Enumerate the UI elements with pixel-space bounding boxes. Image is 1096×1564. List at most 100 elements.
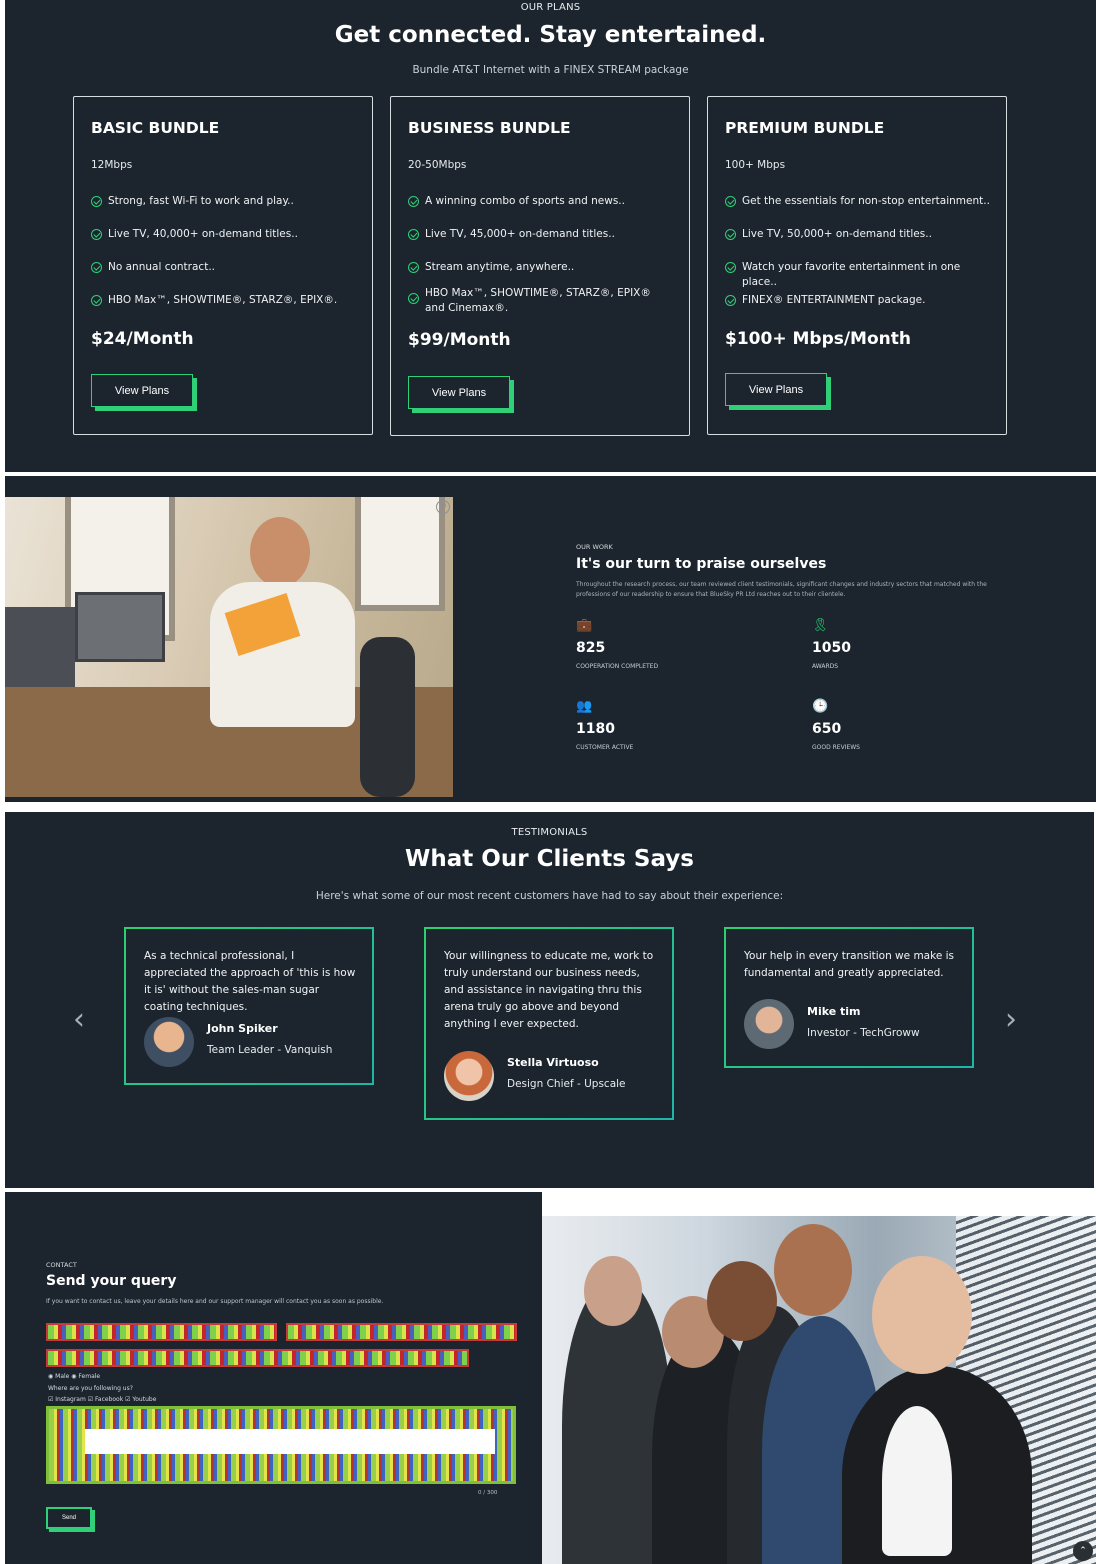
plan-feature: HBO Max™, SHOWTIME®, STARZ®, EPIX® and C… <box>408 286 670 316</box>
scroll-to-top-button[interactable]: ⌃ <box>1073 1541 1093 1561</box>
stat-label: CUSTOMER ACTIVE <box>576 744 634 751</box>
photo-chair <box>360 637 415 797</box>
last-name-field[interactable] <box>286 1323 517 1345</box>
plans-title: Get connected. Stay entertained. <box>334 22 767 48</box>
stat-value: 1180 <box>576 721 615 737</box>
check-circle-icon <box>725 295 736 306</box>
work-title: It's our turn to praise ourselves <box>576 556 827 572</box>
stat-value: 650 <box>812 721 842 737</box>
plan-feature: FINEX® ENTERTAINMENT package. <box>725 293 997 308</box>
follow-checkbox-group[interactable]: ☑ Instagram ☑ Facebook ☑ Youtube <box>48 1396 156 1403</box>
check-circle-icon <box>408 262 419 273</box>
check-circle-icon <box>725 196 736 207</box>
office-man-reading-photo: ⊗ <box>5 497 453 797</box>
plan-price: $24/Month <box>91 329 194 349</box>
plan-name: BASIC BUNDLE <box>91 119 220 137</box>
testimonial-role: Design Chief - Upscale <box>507 1078 626 1090</box>
contact-description: If you want to contact us, leave your de… <box>46 1298 384 1305</box>
testimonial-quote: As a technical professional, I appreciat… <box>144 950 356 1013</box>
check-circle-icon <box>725 262 736 273</box>
email-input[interactable] <box>48 1357 467 1371</box>
testimonial-name: John Spiker <box>207 1022 278 1035</box>
testimonial-card: Your willingness to educate me, work to … <box>424 927 674 1120</box>
testimonials-subtitle: Here's what some of our most recent cust… <box>315 890 784 902</box>
close-icon[interactable]: ⊗ <box>436 500 450 514</box>
check-circle-icon <box>91 262 102 273</box>
plan-feature: Live TV, 45,000+ on-demand titles.. <box>408 227 680 242</box>
view-plans-button[interactable]: View Plans <box>725 373 827 406</box>
photo-person-head <box>872 1256 972 1374</box>
photo-man-head <box>250 517 310 587</box>
photo-person-head <box>774 1224 852 1316</box>
plan-card-premium: PREMIUM BUNDLE 100+ Mbps Get the essenti… <box>707 96 1007 435</box>
work-section: ⊗ OUR WORK It's our turn to praise ourse… <box>5 476 1096 802</box>
testimonial-name: Mike tim <box>807 1005 861 1018</box>
first-name-input[interactable] <box>48 1331 275 1345</box>
plan-feature: No annual contract.. <box>91 260 363 275</box>
testimonial-card: Your help in every transition we make is… <box>724 927 974 1068</box>
chevron-right-icon[interactable]: › <box>1005 1002 1017 1037</box>
plan-speed: 100+ Mbps <box>725 159 786 171</box>
check-circle-icon <box>408 293 419 304</box>
photo-person-head <box>584 1256 642 1326</box>
work-description: Throughout the research process, our tea… <box>576 581 987 598</box>
photo-person-head <box>707 1261 777 1341</box>
plan-card-basic: BASIC BUNDLE 12Mbps Strong, fast Wi-Fi t… <box>73 96 373 435</box>
stat-value: 825 <box>576 640 606 656</box>
testimonial-quote: Your willingness to educate me, work to … <box>444 950 654 1030</box>
char-counter: 0 / 300 <box>478 1490 498 1496</box>
photo-monitor <box>75 592 165 662</box>
plan-feature: Get the essentials for non-stop entertai… <box>725 194 997 209</box>
message-field[interactable] <box>46 1406 516 1484</box>
plan-feature: Watch your favorite entertainment in one… <box>725 260 997 290</box>
testimonial-quote: Your help in every transition we make is… <box>744 950 954 979</box>
gender-radio-group[interactable]: ◉ Male ◉ Female <box>48 1373 100 1380</box>
avatar <box>444 1051 494 1101</box>
plans-eyebrow: OUR PLANS <box>520 2 581 13</box>
clock-icon: 🕒 <box>812 699 829 714</box>
stat-label: GOOD REVIEWS <box>812 744 860 751</box>
photo-monitor <box>5 607 75 687</box>
testimonial-role: Investor - TechGroww <box>807 1027 920 1039</box>
plan-feature: Live TV, 50,000+ on-demand titles.. <box>725 227 997 242</box>
send-button[interactable]: Send <box>46 1507 92 1529</box>
plan-name: BUSINESS BUNDLE <box>408 119 571 137</box>
plan-feature: Stream anytime, anywhere.. <box>408 260 680 275</box>
check-circle-icon <box>91 295 102 306</box>
stat-value: 1050 <box>812 640 851 656</box>
plans-subtitle: Bundle AT&T Internet with a FINEX STREAM… <box>412 64 689 76</box>
testimonials-section: TESTIMONIALS What Our Clients Says Here'… <box>5 812 1094 1188</box>
testimonial-role: Team Leader - Vanquish <box>207 1044 333 1056</box>
plan-feature: A winning combo of sports and news.. <box>408 194 680 209</box>
check-circle-icon <box>91 229 102 240</box>
work-eyebrow: OUR WORK <box>576 543 613 551</box>
support-team-photo <box>542 1216 1096 1564</box>
testimonials-title: What Our Clients Says <box>405 846 694 872</box>
photo-person-shirt <box>882 1406 952 1556</box>
stat-label: COOPERATION COMPLETED <box>576 663 659 670</box>
contact-section: CONTACT Send your query If you want to c… <box>5 1192 542 1564</box>
view-plans-button[interactable]: View Plans <box>408 376 510 409</box>
plan-speed: 20-50Mbps <box>408 159 467 171</box>
plan-price: $99/Month <box>408 330 511 350</box>
chevron-left-icon[interactable]: ‹ <box>73 1002 85 1037</box>
testimonial-name: Stella Virtuoso <box>507 1056 599 1069</box>
plan-speed: 12Mbps <box>91 159 133 171</box>
plan-feature: Strong, fast Wi-Fi to work and play.. <box>91 194 363 209</box>
users-icon: 👥 <box>576 699 593 714</box>
photo-window <box>355 497 445 611</box>
plan-feature: Live TV, 40,000+ on-demand titles.. <box>91 227 363 242</box>
avatar <box>144 1017 194 1067</box>
plan-card-business: BUSINESS BUNDLE 20-50Mbps A winning comb… <box>390 96 690 436</box>
check-circle-icon <box>408 196 419 207</box>
check-circle-icon <box>91 196 102 207</box>
testimonials-eyebrow: TESTIMONIALS <box>511 827 588 838</box>
email-field[interactable] <box>46 1349 469 1371</box>
contact-title: Send your query <box>46 1273 177 1289</box>
follow-question: Where are you following us? <box>48 1385 133 1392</box>
message-textarea[interactable] <box>85 1429 495 1454</box>
check-circle-icon <box>408 229 419 240</box>
last-name-input[interactable] <box>288 1331 515 1345</box>
first-name-field[interactable] <box>46 1323 277 1345</box>
view-plans-button[interactable]: View Plans <box>91 374 193 407</box>
